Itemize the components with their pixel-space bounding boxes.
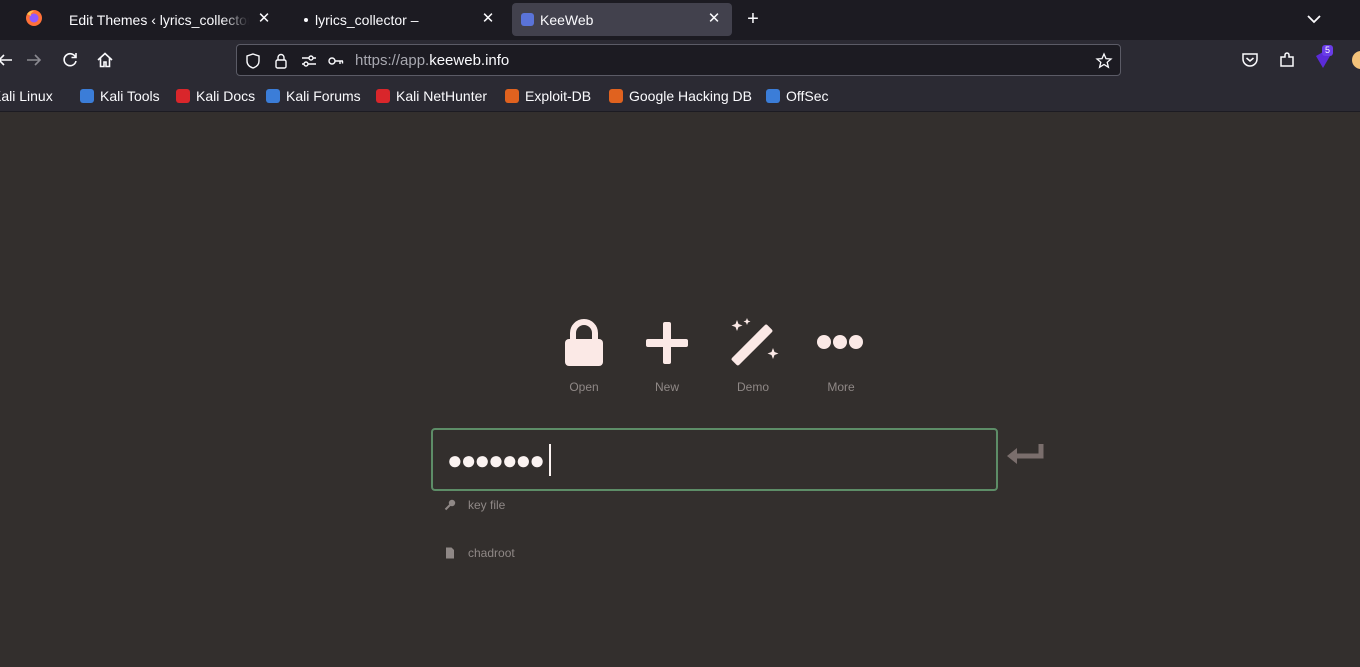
url-domain: keeweb.info (429, 52, 510, 69)
kali-tools-icon (80, 89, 94, 103)
navigation-toolbar: https://app.keeweb.info 5 (0, 40, 1360, 80)
keeweb-favicon-icon (521, 13, 534, 26)
lock-icon[interactable] (272, 52, 290, 70)
bookmarks-toolbar: Kali Linux Kali Tools Kali Docs Kali Forums… (0, 80, 1360, 112)
lock-icon (565, 319, 603, 366)
permissions-icon[interactable] (300, 52, 318, 70)
new-tab-button[interactable]: + (741, 8, 765, 30)
offsec-icon (766, 89, 780, 103)
bookmark-label: Google Hacking DB (629, 88, 752, 104)
tab-attention-dot-icon (304, 18, 308, 22)
bookmark-label: OffSec (786, 88, 829, 104)
bookmark-item[interactable]: OffSec (766, 87, 829, 105)
demo-label: Demo (736, 380, 769, 394)
bookmark-item[interactable]: Kali Forums (266, 87, 361, 105)
tab-title: KeeWeb (540, 11, 594, 28)
url-prefix: https://app. (355, 52, 430, 69)
tab-title: Edit Themes ‹ lyrics_collector (69, 11, 249, 28)
pocket-icon[interactable] (1239, 49, 1261, 71)
address-bar[interactable]: https://app.keeweb.info (236, 44, 1121, 76)
last-file-item[interactable]: chadroot (444, 546, 515, 560)
bookmark-item[interactable]: Kali Linux (0, 87, 53, 105)
ghdb-icon (609, 89, 623, 103)
tracking-protection-shield-icon[interactable] (244, 52, 262, 70)
magic-wand-icon (731, 318, 779, 366)
bookmark-label: Kali Forums (286, 88, 361, 104)
nethunter-icon (376, 89, 390, 103)
keeweb-open-screen: Open New Demo More ●●●●●●● key file chad… (0, 112, 1360, 667)
enter-arrow-icon[interactable] (1005, 442, 1045, 470)
bookmark-item[interactable]: Kali Tools (80, 87, 160, 105)
tab-edit-themes[interactable]: Edit Themes ‹ lyrics_collector ✕ (56, 3, 282, 36)
open-button[interactable]: Open (549, 318, 619, 394)
open-label: Open (569, 380, 599, 394)
demo-button[interactable]: Demo (718, 318, 788, 394)
bookmark-item[interactable]: Kali Docs (176, 87, 255, 105)
text-caret (549, 444, 551, 476)
more-label: More (827, 380, 855, 394)
bookmark-label: Kali NetHunter (396, 88, 488, 104)
home-icon[interactable] (94, 49, 116, 71)
tab-title: lyrics_collector – (315, 11, 419, 28)
bookmark-item[interactable]: Kali NetHunter (376, 87, 487, 105)
bookmark-item[interactable]: Exploit-DB (505, 87, 591, 105)
extension-button[interactable]: 5 (1312, 45, 1334, 71)
masked-password: ●●●●●●● (447, 445, 545, 475)
forward-arrow-icon[interactable] (23, 49, 45, 71)
extensions-puzzle-icon[interactable] (1276, 49, 1298, 71)
back-arrow-icon[interactable] (0, 49, 16, 71)
extension-badge: 5 (1322, 45, 1333, 56)
bookmark-star-icon[interactable] (1095, 52, 1113, 70)
exploit-db-icon (505, 89, 519, 103)
bookmark-label: Kali Docs (196, 88, 256, 104)
bookmark-label: Kali Tools (100, 88, 160, 104)
tab-keeweb[interactable]: KeeWeb ✕ (512, 3, 732, 36)
kali-docs-icon (176, 89, 190, 103)
firefox-logo-icon[interactable] (24, 8, 44, 28)
close-tab-icon[interactable]: ✕ (704, 9, 724, 29)
key-icon (444, 499, 456, 511)
bookmark-label: Exploit-DB (525, 88, 592, 104)
tab-strip: Edit Themes ‹ lyrics_collector ✕ lyrics_… (0, 0, 1360, 40)
key-file-label: key file (468, 498, 506, 512)
master-password-input[interactable]: ●●●●●●● (431, 428, 998, 491)
new-button[interactable]: New (632, 318, 702, 394)
key-icon[interactable] (327, 52, 345, 70)
more-button[interactable]: More (806, 318, 876, 394)
plus-icon (646, 322, 688, 364)
reload-icon[interactable] (59, 49, 81, 71)
bookmark-label: Kali Linux (0, 88, 53, 104)
new-label: New (654, 380, 679, 394)
tab-lyrics-collector[interactable]: lyrics_collector – ✕ (292, 3, 506, 36)
file-icon (446, 547, 454, 559)
close-tab-icon[interactable]: ✕ (254, 9, 274, 29)
close-tab-icon[interactable]: ✕ (478, 9, 498, 29)
profile-avatar-icon[interactable] (1350, 49, 1360, 71)
more-dots-icon (817, 335, 863, 349)
key-file-link[interactable]: key file (444, 498, 505, 512)
bookmark-item[interactable]: Google Hacking DB (609, 87, 752, 105)
list-all-tabs-chevron-icon[interactable] (1303, 8, 1325, 30)
url-text[interactable]: https://app.keeweb.info (355, 52, 509, 69)
kali-forums-icon (266, 89, 280, 103)
last-file-label: chadroot (468, 546, 515, 560)
